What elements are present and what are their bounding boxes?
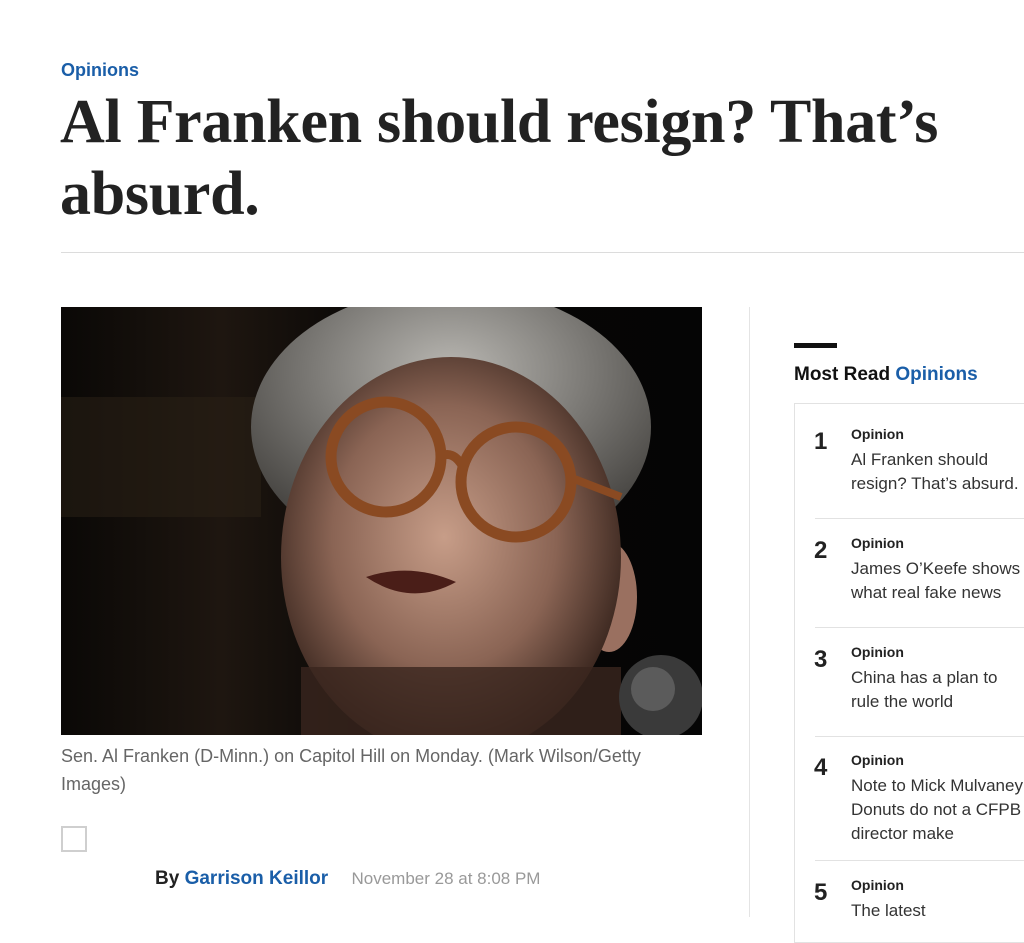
photo-caption: Sen. Al Franken (D-Minn.) on Capitol Hil… — [61, 746, 641, 794]
item-label: Opinion — [851, 644, 904, 660]
list-divider — [815, 518, 1024, 519]
rank-number: 5 — [814, 879, 828, 906]
byline: By Garrison Keillor November 28 at 8:08 … — [155, 868, 540, 890]
item-label: Opinion — [851, 752, 904, 768]
most-read-title-accent: Opinions — [895, 364, 978, 385]
header-divider — [61, 252, 1024, 253]
list-divider — [815, 860, 1024, 861]
rank-number: 1 — [814, 428, 828, 455]
item-headline: Note to Mick Mulvaney: Donuts do not a C… — [851, 776, 1024, 843]
item-label: Opinion — [851, 877, 904, 893]
list-divider — [815, 736, 1024, 737]
most-read-accent-bar — [794, 343, 837, 348]
item-headline: China has a plan to rule the world — [851, 668, 998, 711]
item-label: Opinion — [851, 535, 904, 551]
list-divider — [815, 627, 1024, 628]
most-read-title: Most Read Opinions — [794, 364, 978, 386]
rank-number: 2 — [814, 537, 828, 564]
item-label: Opinion — [851, 426, 904, 442]
item-headline: The latest — [851, 901, 926, 920]
item-headline: Al Franken should resign? That’s absurd. — [851, 450, 1019, 493]
most-read-title-prefix: Most Read — [794, 364, 891, 385]
share-checkbox[interactable] — [61, 826, 87, 852]
article-photo — [61, 307, 702, 735]
article-headline: Al Franken should resign? That’s absurd. — [60, 88, 939, 228]
author-link[interactable]: Garrison Keillor — [185, 868, 329, 889]
rank-number: 4 — [814, 754, 828, 781]
publish-date: November 28 at 8:08 PM — [351, 869, 541, 888]
byline-by-label: By — [155, 868, 180, 889]
item-headline: James O’Keefe shows what real fake news — [851, 559, 1021, 602]
column-divider — [749, 307, 750, 917]
rank-number: 3 — [814, 646, 828, 673]
section-kicker-link[interactable]: Opinions — [61, 60, 139, 81]
